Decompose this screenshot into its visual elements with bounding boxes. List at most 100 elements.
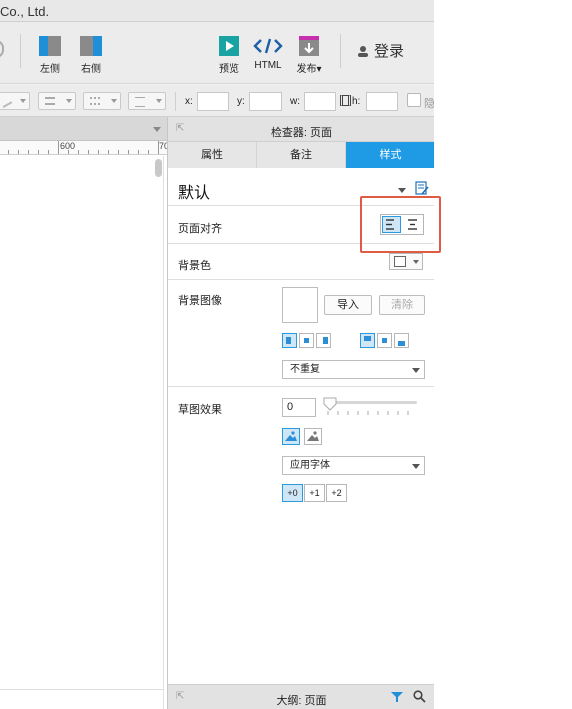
w-input[interactable] <box>304 92 336 111</box>
tab-notes[interactable]: 备注 <box>257 142 346 168</box>
login-button[interactable]: 登录 <box>358 40 404 61</box>
user-icon <box>358 46 368 57</box>
canvas-bottom-line <box>0 689 163 690</box>
inspector-title: 检查器: 页面 <box>270 127 333 139</box>
left-panel-button[interactable]: 左侧 <box>38 36 62 75</box>
format-divider <box>175 92 176 111</box>
style-dropdown-icon[interactable] <box>398 188 406 193</box>
repeat-select-value: 不重复 <box>290 364 320 375</box>
line-pattern-dropdown[interactable] <box>83 92 121 110</box>
tab-style[interactable]: 样式 <box>346 142 434 168</box>
font-select-value: 应用字体 <box>290 460 330 471</box>
aspect-lock-icon[interactable] <box>340 95 351 106</box>
ruler-mark-700: 70 <box>159 141 167 151</box>
line-style-dropdown[interactable] <box>0 92 30 110</box>
right-panel-button[interactable]: 右侧 <box>79 36 103 75</box>
html-label: HTML <box>254 60 282 71</box>
code-icon <box>253 38 283 54</box>
arrow-style-dropdown[interactable] <box>128 92 166 110</box>
h-align-center-button[interactable] <box>299 333 314 348</box>
app-window: Co., Ltd. 左侧 右侧 预览 HTML 发布▾ 登录 x: y: w: … <box>0 0 434 709</box>
chevron-down-icon <box>20 99 26 103</box>
inspector-tabs: 属性 备注 样式 <box>168 142 434 168</box>
filter-icon[interactable] <box>390 691 404 703</box>
v-align-middle-button[interactable] <box>377 333 392 348</box>
h-align-right-button[interactable] <box>316 333 331 348</box>
canvas-pane: 600 70 <box>0 117 167 709</box>
h-label: h: <box>352 96 361 107</box>
title-bar: Co., Ltd. <box>0 0 434 22</box>
search-icon[interactable] <box>413 690 426 703</box>
page-tab-bar <box>0 117 167 141</box>
publish-icon <box>299 36 319 56</box>
bg-image-preview <box>282 287 318 323</box>
line-width-plus0-button[interactable]: +0 <box>282 484 303 502</box>
line-width-plus2-button[interactable]: +2 <box>326 484 347 502</box>
toolbar-divider <box>340 34 341 68</box>
left-panel-icon <box>39 36 61 56</box>
edit-style-icon[interactable] <box>415 181 429 195</box>
sketch-label: 草图效果 <box>178 404 222 416</box>
v-align-bottom-button[interactable] <box>394 333 409 348</box>
style-name: 默认 <box>178 185 211 202</box>
arrow-style-icon <box>135 97 145 107</box>
chevron-down-icon <box>111 99 117 103</box>
grayscale-image-button[interactable] <box>304 428 322 445</box>
x-input[interactable] <box>197 92 229 111</box>
chevron-down-icon <box>66 99 72 103</box>
play-icon <box>219 36 239 56</box>
h-input[interactable] <box>366 92 398 111</box>
sketch-slider-track[interactable] <box>325 401 417 404</box>
y-label: y: <box>237 96 245 107</box>
clear-button[interactable]: 清除 <box>379 295 425 315</box>
repeat-select[interactable]: 不重复 <box>282 360 425 379</box>
tab-properties[interactable]: 属性 <box>168 142 257 168</box>
h-align-left-button[interactable] <box>282 333 297 348</box>
chevron-down-icon <box>412 368 420 373</box>
inspector-header: ⇱ 检查器: 页面 <box>168 117 434 142</box>
v-align-top-button[interactable] <box>360 333 375 348</box>
preview-label: 预览 <box>219 64 239 75</box>
page-align-label: 页面对齐 <box>178 223 222 235</box>
chevron-down-icon[interactable] <box>153 127 161 132</box>
canvas-edge-line <box>163 156 164 709</box>
sketch-slider-thumb[interactable] <box>323 397 337 411</box>
canvas-vertical-scrollbar[interactable] <box>155 159 162 177</box>
import-button[interactable]: 导入 <box>324 295 372 315</box>
design-canvas[interactable] <box>0 156 158 709</box>
hidden-checkbox[interactable] <box>407 93 421 107</box>
slider-ticks <box>327 411 409 415</box>
login-label: 登录 <box>374 43 405 60</box>
sketch-value-input[interactable]: 0 <box>282 398 316 417</box>
color-image-button[interactable] <box>282 428 300 445</box>
main-toolbar: 左侧 右侧 预览 HTML 发布▾ 登录 <box>0 22 434 84</box>
line-weight-icon <box>45 97 55 105</box>
format-toolbar: x: y: w: h: <box>0 85 434 117</box>
chevron-down-icon <box>413 260 419 264</box>
dashed-line-icon <box>90 97 100 105</box>
publish-label: 发布▾ <box>296 64 322 75</box>
right-panel-label: 右侧 <box>81 64 101 75</box>
font-select[interactable]: 应用字体 <box>282 456 425 475</box>
html-button[interactable]: HTML <box>253 36 283 71</box>
outline-header: ⇱ 大纲: 页面 <box>168 684 434 709</box>
bg-image-label: 背景图像 <box>178 295 222 307</box>
chevron-down-icon <box>412 464 420 469</box>
preview-button[interactable]: 预览 <box>215 36 243 75</box>
publish-button[interactable]: 发布▾ <box>295 36 323 75</box>
line-width-plus1-button[interactable]: +1 <box>304 484 325 502</box>
window-title: Co., Ltd. <box>0 4 50 19</box>
horizontal-ruler: 600 70 <box>0 141 167 155</box>
line-weight-dropdown[interactable] <box>38 92 76 110</box>
y-input[interactable] <box>249 92 282 111</box>
x-label: x: <box>185 96 193 107</box>
color-swatch <box>394 256 406 267</box>
w-label: w: <box>290 96 300 107</box>
hidden-label: 隐 <box>424 98 434 110</box>
pen-icon <box>0 96 13 108</box>
bg-color-picker[interactable] <box>389 253 423 270</box>
bg-color-label: 背景色 <box>178 260 211 272</box>
right-panel-icon <box>80 36 102 56</box>
partial-icon <box>0 40 4 58</box>
divider <box>168 279 434 280</box>
